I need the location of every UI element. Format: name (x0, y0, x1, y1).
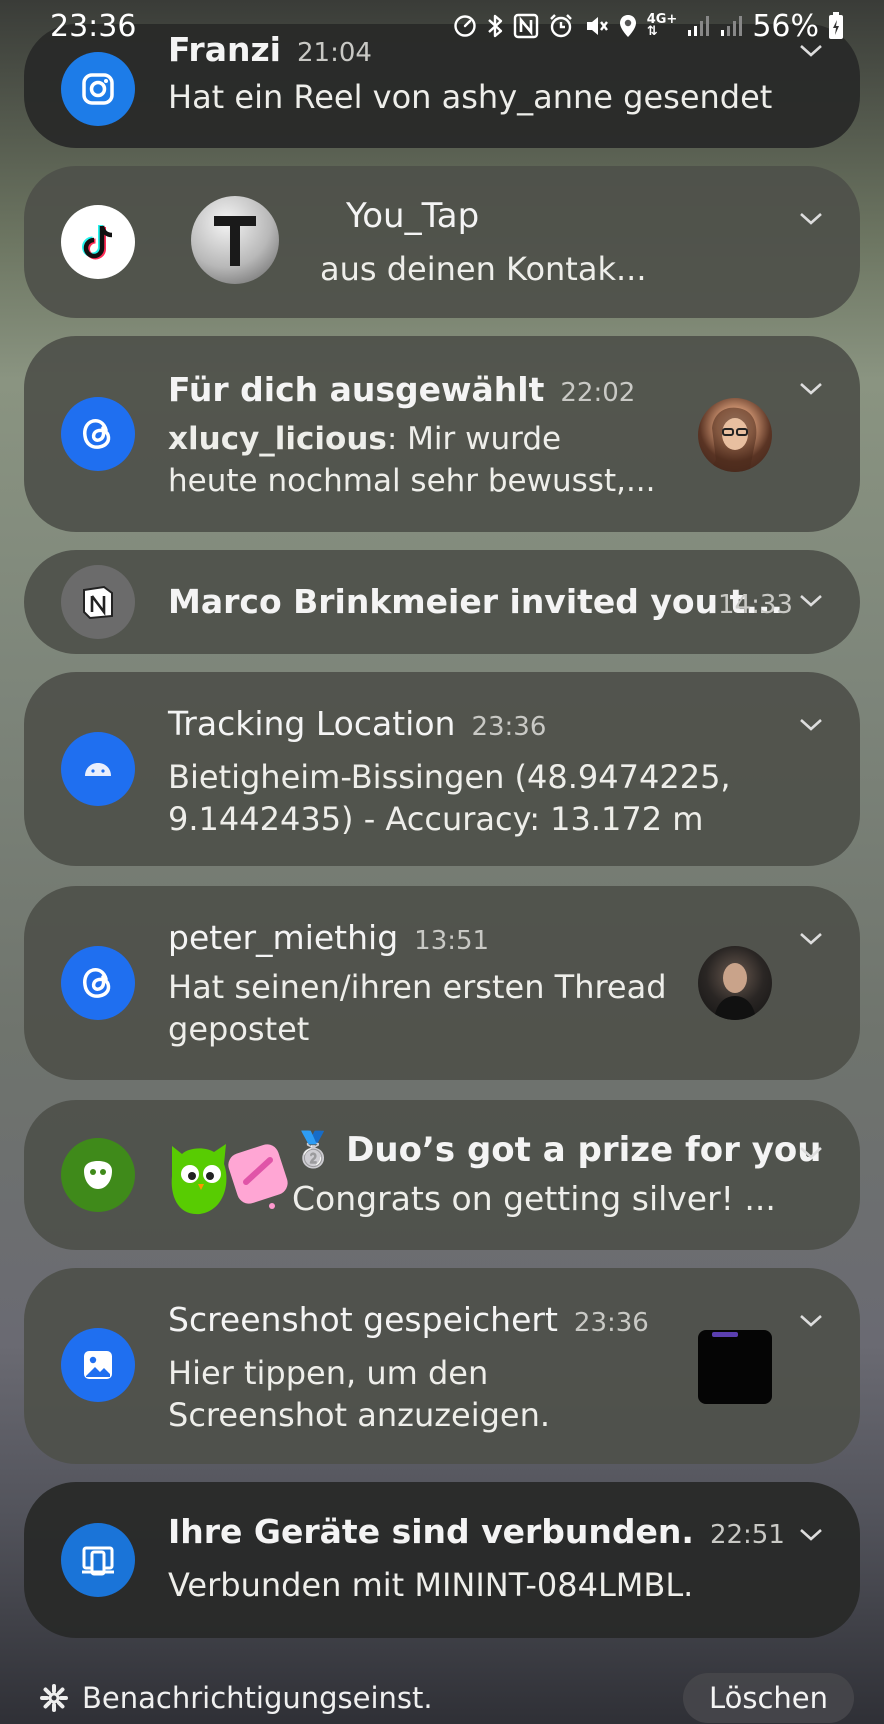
notification-title: Screenshot gespeichert 23:36 (168, 1300, 649, 1339)
youtap-logo (191, 196, 279, 284)
body-line2: 9.1442435) - Accuracy: 13.172 m (168, 800, 704, 838)
notification-body: Bietigheim-Bissingen (48.9474225, 9.1442… (168, 756, 731, 840)
android-icon (61, 732, 135, 806)
notification-screenshot[interactable]: Screenshot gespeichert 23:36 Hier tippen,… (24, 1268, 860, 1464)
chevron-down-icon[interactable] (798, 376, 824, 402)
username: xlucy_licious (168, 421, 387, 457)
status-time: 23:36 (50, 8, 137, 44)
bluetooth-icon (486, 13, 504, 39)
threads-icon (61, 397, 135, 471)
signal-icon (686, 14, 710, 38)
threads-icon (61, 946, 135, 1020)
body-line2: gepostet (168, 1010, 310, 1048)
speedometer-icon (453, 14, 477, 38)
notification-tiktok[interactable]: You_Tap aus deinen Kontak... (24, 166, 860, 318)
notification-title-text: Screenshot gespeichert (168, 1300, 558, 1339)
4g-icon: 4G+ ⇅ (646, 12, 678, 39)
notification-time: 14:33 (718, 590, 793, 620)
gallery-icon (61, 1328, 135, 1402)
status-icons: 4G+ ⇅ 56% (453, 9, 844, 44)
notification-title: Marco Brinkmeier invited you t... (168, 582, 783, 621)
notification-body: Congrats on getting silver! ... (292, 1179, 776, 1218)
avatar (698, 398, 772, 472)
thumbnail-bar (712, 1332, 738, 1337)
signal-icon (719, 14, 743, 38)
body-line2: Screenshot anzuzeigen. (168, 1396, 551, 1434)
gear-icon (40, 1684, 68, 1712)
body-line1: : Mir wurde (386, 421, 562, 457)
chevron-down-icon[interactable] (798, 1522, 824, 1548)
notification-footer: Benachrichtigungseinst. Löschen (0, 1672, 884, 1724)
chevron-down-icon[interactable] (798, 1140, 824, 1166)
instagram-icon (61, 52, 135, 126)
notification-body: Verbunden mit MININT-084LMBL. (168, 1566, 694, 1604)
body-line1: Hier tippen, um den (168, 1354, 489, 1392)
notification-title: 🥈 Duo’s got a prize for you (292, 1130, 822, 1170)
body-line1: Hat seinen/ihren ersten Thread (168, 968, 667, 1006)
notification-title: Tracking Location 23:36 (168, 704, 546, 743)
duolingo-icon (61, 1138, 135, 1212)
screenshot-thumbnail (698, 1330, 772, 1404)
notification-title: peter_miethig 13:51 (168, 918, 489, 957)
avatar (698, 946, 772, 1020)
notification-title-text: Tracking Location (168, 704, 456, 743)
notification-body: xlucy_licious: Mir wurde heute nochmal s… (168, 418, 656, 502)
status-bar: 23:36 4G+ ⇅ 56% (0, 0, 884, 52)
notification-threads-peter[interactable]: peter_miethig 13:51 Hat seinen/ihren erst… (24, 886, 860, 1080)
body-line1: Bietigheim-Bissingen (48.9474225, (168, 758, 731, 796)
notification-title: Ihre Geräte sind verbunden. 22:51 (168, 1512, 785, 1551)
notification-body: Hat seinen/ihren ersten Thread gepostet (168, 966, 667, 1050)
notification-time: 23:36 (471, 712, 547, 742)
notification-link-to-windows[interactable]: Ihre Geräte sind verbunden. 22:51 Verbund… (24, 1482, 860, 1638)
notification-title: You_Tap (346, 196, 480, 236)
notification-duolingo[interactable]: 🥈 Duo’s got a prize for you Congrats on … (24, 1100, 860, 1250)
notification-title-text: Für dich ausgewählt (168, 370, 545, 409)
mute-icon (583, 13, 609, 39)
notification-time: 13:51 (414, 926, 490, 956)
devices-icon (61, 1523, 135, 1597)
body-line2: heute nochmal sehr bewusst,... (168, 463, 656, 499)
chevron-down-icon[interactable] (798, 712, 824, 738)
notification-time: 22:02 (560, 378, 636, 408)
notification-notion[interactable]: Marco Brinkmeier invited you t... 14:33 (24, 550, 860, 654)
notification-title: Für dich ausgewählt 22:02 (168, 370, 635, 409)
chevron-down-icon[interactable] (798, 1308, 824, 1334)
notification-body: Hat ein Reel von ashy_anne gesendet (168, 78, 773, 116)
notification-time: 22:51 (709, 1520, 785, 1550)
clear-all-button[interactable]: Löschen (682, 1673, 854, 1723)
sender-name: peter_miethig (168, 918, 399, 957)
notification-settings-button[interactable]: Benachrichtigungseinst. (40, 1681, 433, 1715)
location-icon (618, 13, 638, 39)
chevron-down-icon[interactable] (798, 588, 824, 614)
chevron-down-icon[interactable] (798, 926, 824, 952)
notification-body: aus deinen Kontak... (320, 250, 647, 288)
settings-label: Benachrichtigungseinst. (82, 1681, 433, 1715)
notification-title-text: Ihre Geräte sind verbunden. (168, 1512, 694, 1551)
tiktok-icon (61, 205, 135, 279)
battery-icon (828, 12, 844, 40)
duolingo-illustration (168, 1136, 298, 1220)
notion-icon (61, 565, 135, 639)
notification-time: 23:36 (573, 1308, 649, 1338)
notification-threads-xlucy[interactable]: Für dich ausgewählt 22:02 xlucy_licious: … (24, 336, 860, 532)
notification-body: Hier tippen, um den Screenshot anzuzeige… (168, 1352, 550, 1436)
nfc-icon (513, 13, 539, 39)
battery-percentage: 56% (752, 8, 819, 44)
notification-tracking-location[interactable]: Tracking Location 23:36 Bietigheim-Bissin… (24, 672, 860, 866)
alarm-icon (548, 13, 574, 39)
chevron-down-icon[interactable] (798, 206, 824, 232)
